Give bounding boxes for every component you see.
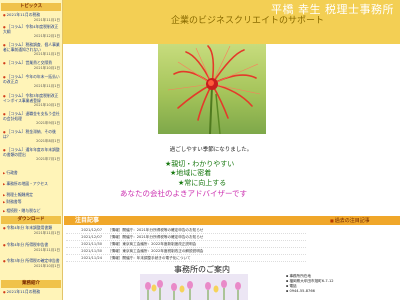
news-text[interactable]: ［情報］東京商工会議所：2022年度税制改正の解説説明会 (108, 249, 203, 253)
topic-item[interactable]: ［コラム］退職金を支払う会社の会計処理2021年9月1日 (3, 111, 60, 126)
download-text[interactable]: 令和4年分 年末調整用書類 (7, 225, 52, 230)
hero-image (158, 44, 266, 134)
news-row[interactable]: 2021/11/24 ［情報］開催庁：年末調整手続きの電子化について (66, 255, 306, 262)
topic-date: 2021年11月1日 (33, 84, 60, 88)
download-date: 2021年11月1日 (33, 247, 60, 252)
topic-item[interactable]: ［コラム］税務調査、個人事業者に事前通知されない2021年11月1日 (3, 42, 60, 57)
topic-date: 2021年11月1日 (33, 17, 60, 22)
news-text[interactable]: ［情報］東京商工会議所：2022年度新制度改正説明会 (108, 242, 196, 246)
topic-text[interactable]: ［コラム］通年年度の年末調整の書類の提出 (3, 147, 60, 157)
news-row[interactable]: 2021/12/07 ［情報］開催庁：2021年分所得税等の確定申告のお知らせ (66, 234, 306, 241)
topic-date: 2021年9月1日 (36, 121, 60, 125)
news-row[interactable]: 2021/12/07 ［情報］開催庁：2021年分所得税等の確定申告のお知らせ (66, 227, 306, 234)
news-title: 注目記事 (75, 217, 100, 224)
topic-date: 2021年11月1日 (33, 52, 60, 56)
slogan-item: ★地域に密着 (170, 169, 212, 177)
service-heading: 業務紹介 (1, 280, 61, 288)
brand-subtitle: 企業のビジネスクリエイトのサポート (171, 16, 325, 26)
news-text[interactable]: ［情報］開催庁：年末調整手続きの電子化について (108, 256, 191, 260)
topic-item[interactable]: 2021年11月の税務 (3, 289, 60, 295)
topic-text[interactable]: 2021年11月の税務 (7, 289, 40, 294)
flower-illustration (167, 45, 261, 134)
topic-item[interactable]: ［コラム］営業費と交際費2021年10月1日 (3, 60, 60, 70)
topic-text[interactable]: ［コラム］税金滞納、その後は？ (3, 129, 56, 139)
topic-date: 2021年10月1日 (33, 103, 60, 107)
topic-date: 2021年8月1日 (36, 139, 60, 143)
news-date: 2021/12/07 (81, 235, 102, 239)
office-info: 事務所所在地 福岡県大牟田市旭町6-7-12 電話 0944-55-8766 (286, 274, 376, 294)
news-text[interactable]: ［情報］開催庁：2021年分所得税等の確定申告のお知らせ (108, 235, 203, 239)
sidebar-link[interactable]: 相続税・贈与税など (3, 208, 60, 214)
topic-item[interactable]: ［コラム］税金滞納、その後は？2021年8月1日 (3, 129, 60, 144)
download-item[interactable]: 令和4年分 所得税申告書2021年11月1日 (3, 242, 60, 252)
news-archive-link[interactable]: 過去の注目記事 (330, 216, 370, 226)
topic-text[interactable]: ［コラム］営業費と交際費 (7, 60, 52, 65)
topic-text[interactable]: ［コラム］退職金を支払う会社の会計処理 (3, 111, 60, 121)
topic-text[interactable]: ［コラム］今年の年末一括払いの改正点 (3, 74, 60, 84)
sidebar-link[interactable]: 行政書 (3, 170, 60, 176)
sidebar-link[interactable]: 事務所の地図・アクセス (3, 181, 60, 187)
news-date: 2021/11/30 (81, 242, 102, 246)
topic-text[interactable]: 2021年11月の税務 (7, 12, 40, 17)
topic-item[interactable]: ［コラム］令和3年度税制改正 インボイス事業者登録2021年10月1日 (3, 93, 60, 108)
download-text[interactable]: 令和4年分 所得税申告書 (7, 242, 49, 247)
slogan-tagline: あなたの会社のよきアドバイザーです (120, 189, 248, 198)
topic-text[interactable]: ［コラム］令和4年度税制改正大綱 (3, 24, 58, 34)
topic-text[interactable]: ［コラム］税務調査、個人事業者に事前通知されない (3, 42, 60, 52)
topic-text[interactable]: ［コラム］令和3年度税制改正 インボイス事業者登録 (3, 93, 58, 103)
news-date: 2021/11/24 (81, 256, 102, 260)
download-text[interactable]: 令和3年分 所得税の確定申告書 (7, 258, 60, 263)
topic-item[interactable]: ［コラム］今年の年末一括払いの改正点2021年11月1日 (3, 74, 60, 89)
season-message: 過ごしやすい季節になりました。 (169, 147, 253, 153)
news-text[interactable]: ［情報］開催庁：2021年分所得税等の確定申告のお知らせ (108, 228, 203, 232)
download-date: 2021年10月1日 (33, 263, 60, 268)
sidebar: トピックス 2021年11月の税務2021年11月1日 ［コラム］令和4年度税制… (0, 0, 63, 300)
news-date: 2021/11/30 (81, 249, 102, 253)
tulip-illustration (140, 274, 248, 300)
download-date: 2021年11月1日 (33, 230, 60, 235)
office-photo (140, 274, 248, 300)
slogan-item: ★常に向上する (178, 179, 227, 187)
topic-item[interactable]: ［コラム］令和4年度税制改正大綱2021年12月1日 (3, 24, 60, 39)
topics-heading: トピックス (1, 3, 61, 11)
news-date: 2021/12/07 (81, 228, 102, 232)
download-heading: ダウンロード (1, 216, 61, 224)
topic-date: 2021年10月1日 (33, 65, 60, 70)
page: 平橋 幸生 税理士事務所 企業のビジネスクリエイトのサポート トピックス 202… (0, 0, 400, 300)
topic-item[interactable]: 2021年11月の税務2021年11月1日 (3, 12, 60, 22)
news-row[interactable]: 2021/11/30 ［情報］東京商工会議所：2022年度税制改正の解説説明会 (66, 248, 306, 255)
topic-item[interactable]: ［コラム］通年年度の年末調整の書類の提出2021年7月1日 (3, 147, 60, 162)
news-row[interactable]: 2021/11/30 ［情報］東京商工会議所：2022年度新制度改正説明会 (66, 241, 306, 248)
sidebar-link[interactable]: 財務書等 (3, 199, 60, 205)
topic-date: 2021年7月1日 (36, 157, 60, 161)
topic-date: 2021年12月1日 (33, 34, 60, 38)
office-info-line: 0944-55-8766 (286, 289, 376, 294)
sidebar-link[interactable]: 税理士報酬規定 (3, 192, 60, 198)
download-item[interactable]: 令和3年分 所得税の確定申告書2021年10月1日 (3, 258, 60, 268)
download-item[interactable]: 令和4年分 年末調整用書類2021年11月1日 (3, 225, 60, 235)
